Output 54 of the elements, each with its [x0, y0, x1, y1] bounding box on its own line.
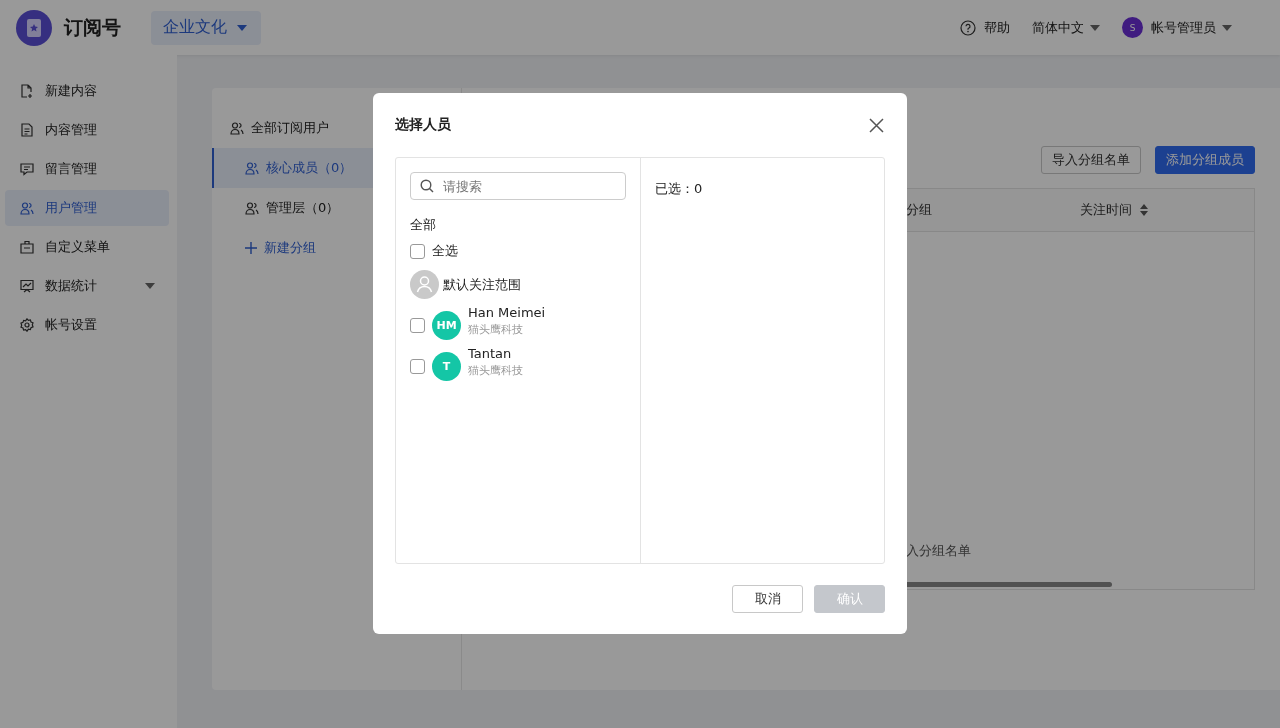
- app-title: 订阅号: [64, 14, 121, 40]
- close-icon[interactable]: [869, 117, 884, 133]
- sidebar-item[interactable]: 帐号设置: [5, 307, 169, 343]
- settings-icon: [20, 318, 34, 332]
- plus-icon: [245, 242, 257, 254]
- account-dropdown[interactable]: 企业文化: [151, 10, 261, 45]
- empty-state-text: 入分组名单: [906, 542, 971, 560]
- caret-icon: [1222, 24, 1232, 31]
- users-icon: [245, 161, 259, 175]
- comment-icon: [20, 162, 34, 176]
- user-avatar: HM: [432, 311, 461, 340]
- new-document-icon: [20, 84, 34, 98]
- user-avatar: T: [432, 352, 461, 381]
- caret-icon: [237, 24, 247, 31]
- users-icon: [245, 201, 259, 215]
- sidebar-item[interactable]: 数据统计: [5, 268, 169, 304]
- search-field[interactable]: 请搜索: [410, 172, 626, 200]
- person-name: Han Meimei: [468, 304, 546, 320]
- caret-icon: [1090, 24, 1100, 31]
- user-avatar: S: [1122, 17, 1143, 38]
- users-icon: [20, 201, 34, 215]
- briefcase-icon: [20, 240, 34, 254]
- sidebar-item[interactable]: 自定义菜单: [5, 229, 169, 265]
- person-organization: 猫头鹰科技: [468, 362, 523, 378]
- language-dropdown[interactable]: 简体中文: [1032, 18, 1100, 37]
- logo-icon: [16, 9, 52, 46]
- select-all-label: 全选: [432, 242, 458, 260]
- sidebar-item[interactable]: 留言管理: [5, 151, 169, 187]
- column-header: 分组: [906, 201, 933, 219]
- checkbox[interactable]: [410, 359, 425, 374]
- user-dropdown[interactable]: 帐号管理员: [1151, 18, 1232, 37]
- selected-count: 已选：0: [655, 181, 703, 196]
- section-label: 全部: [410, 216, 437, 234]
- dialog-title: 选择人员: [395, 116, 451, 134]
- document-icon: [20, 123, 34, 137]
- sort-icon[interactable]: [1140, 204, 1148, 216]
- checkbox[interactable]: [410, 318, 425, 333]
- import-list-button[interactable]: 导入分组名单: [1041, 146, 1141, 174]
- column-header[interactable]: 关注时间: [1080, 201, 1254, 219]
- checkbox[interactable]: [410, 243, 425, 259]
- person-name: Tantan: [468, 345, 513, 361]
- help-icon[interactable]: [960, 19, 976, 36]
- chart-icon: [20, 279, 34, 293]
- scope-label[interactable]: 默认关注范围: [443, 275, 521, 294]
- person-organization: 猫头鹰科技: [468, 321, 524, 337]
- users-icon: [230, 121, 244, 135]
- add-members-button[interactable]: 添加分组成员: [1155, 146, 1255, 174]
- cancel-button[interactable]: 取消: [732, 585, 803, 613]
- sidebar-item[interactable]: 内容管理: [5, 112, 169, 148]
- sidebar-item[interactable]: 新建内容: [5, 73, 169, 109]
- sidebar-item[interactable]: 用户管理: [5, 190, 169, 226]
- user-avatar-icon: [410, 270, 439, 299]
- search-icon: [420, 179, 434, 193]
- help-link[interactable]: 帮助: [984, 18, 1010, 37]
